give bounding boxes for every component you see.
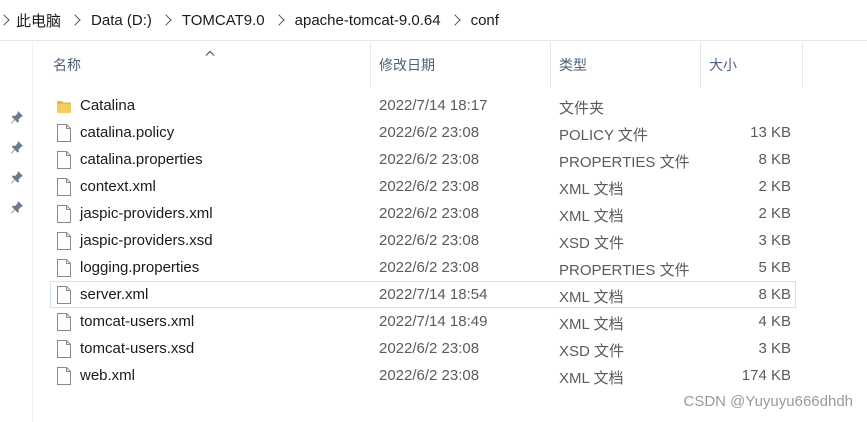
file-explorer-window: 此电脑 Data (D:) TOMCAT9.0 apache-tomcat-9.… xyxy=(0,0,867,422)
file-size: 8 KB xyxy=(758,286,791,303)
file-name: catalina.policy xyxy=(80,124,175,141)
column-header-type-label: 类型 xyxy=(559,57,587,73)
file-modified-date: 2022/6/2 23:08 xyxy=(379,124,480,141)
file-row[interactable]: tomcat-users.xml 2022/7/14 18:49 XML 文档 4 K… xyxy=(50,308,796,335)
chevron-right-icon[interactable] xyxy=(0,14,10,26)
file-modified-date: 2022/6/2 23:08 xyxy=(379,151,480,168)
file-type: XSD 文件 xyxy=(559,235,625,252)
column-header-name[interactable]: 名称 xyxy=(45,42,371,88)
file-size: 13 KB xyxy=(750,124,791,141)
pin-icon[interactable] xyxy=(10,200,24,214)
file-size: 174 KB xyxy=(741,367,791,384)
file-size: 4 KB xyxy=(758,313,791,330)
file-icon xyxy=(56,312,72,332)
column-header-bar: 名称 修改日期 类型 大小 xyxy=(33,42,867,88)
pin-icon[interactable] xyxy=(10,170,24,184)
breadcrumb-conf[interactable]: conf xyxy=(471,12,499,29)
file-name: tomcat-users.xsd xyxy=(80,340,195,357)
file-size: 3 KB xyxy=(758,340,791,357)
file-type: XSD 文件 xyxy=(559,343,625,360)
file-size: 5 KB xyxy=(758,259,791,276)
watermark: CSDN @Yuyuyu666dhdh xyxy=(683,393,854,410)
pin-icon[interactable] xyxy=(10,140,24,154)
file-modified-date: 2022/6/2 23:08 xyxy=(379,205,480,222)
file-icon xyxy=(56,204,72,224)
chevron-right-icon[interactable] xyxy=(160,14,172,26)
file-icon xyxy=(56,366,72,386)
file-row[interactable]: jaspic-providers.xsd 2022/6/2 23:08 XSD 文件… xyxy=(50,227,796,254)
file-type: PROPERTIES 文件 xyxy=(559,262,690,279)
file-type: XML 文档 xyxy=(559,370,624,387)
chevron-right-icon[interactable] xyxy=(448,14,461,26)
file-type: XML 文档 xyxy=(559,289,624,306)
file-icon xyxy=(56,150,72,170)
file-modified-date: 2022/7/14 18:54 xyxy=(379,286,488,303)
breadcrumb-apache-tomcat[interactable]: apache-tomcat-9.0.64 xyxy=(295,12,441,29)
file-modified-date: 2022/6/2 23:08 xyxy=(379,259,480,276)
file-name: catalina.properties xyxy=(80,151,203,168)
file-name: Catalina xyxy=(80,97,136,114)
address-bar[interactable]: 此电脑 Data (D:) TOMCAT9.0 apache-tomcat-9.… xyxy=(0,0,867,41)
file-modified-date: 2022/7/14 18:17 xyxy=(379,97,488,114)
file-row[interactable]: catalina.properties 2022/6/2 23:08 PROPERT… xyxy=(50,146,796,173)
file-row[interactable]: catalina.policy 2022/6/2 23:08 POLICY 文件 13… xyxy=(50,119,796,146)
file-modified-date: 2022/6/2 23:08 xyxy=(379,178,480,195)
column-header-name-label: 名称 xyxy=(53,57,81,73)
navigation-pane xyxy=(0,42,33,422)
file-size: 2 KB xyxy=(758,205,791,222)
file-icon xyxy=(56,177,72,197)
column-header-size-label: 大小 xyxy=(709,57,737,73)
file-row[interactable]: Catalina 2022/7/14 18:17 文件夹 xyxy=(50,92,796,119)
file-type: POLICY 文件 xyxy=(559,127,648,144)
file-icon xyxy=(56,285,72,305)
file-type: XML 文档 xyxy=(559,208,624,225)
file-size: 2 KB xyxy=(758,178,791,195)
file-name: web.xml xyxy=(80,367,136,384)
file-size: 8 KB xyxy=(758,151,791,168)
file-name: tomcat-users.xml xyxy=(80,313,195,330)
file-name: logging.properties xyxy=(80,259,200,276)
pin-icon[interactable] xyxy=(10,110,24,124)
file-name: jaspic-providers.xsd xyxy=(80,232,213,249)
file-icon xyxy=(56,231,72,251)
file-icon xyxy=(56,258,72,278)
file-type: XML 文档 xyxy=(559,181,624,198)
column-header-size[interactable]: 大小 xyxy=(701,42,803,88)
file-modified-date: 2022/6/2 23:08 xyxy=(379,340,480,357)
file-size: 3 KB xyxy=(758,232,791,249)
folder-icon xyxy=(56,96,72,116)
file-name: context.xml xyxy=(80,178,156,195)
file-row[interactable]: tomcat-users.xsd 2022/6/2 23:08 XSD 文件 3 KB xyxy=(50,335,796,362)
file-type: 文件夹 xyxy=(559,100,605,117)
file-row[interactable]: context.xml 2022/6/2 23:08 XML 文档 2 KB xyxy=(50,173,796,200)
file-type: XML 文档 xyxy=(559,316,624,333)
file-modified-date: 2022/7/14 18:49 xyxy=(379,313,488,330)
chevron-right-icon[interactable] xyxy=(69,14,81,26)
column-header-date[interactable]: 修改日期 xyxy=(371,42,551,88)
breadcrumb-tomcat[interactable]: TOMCAT9.0 xyxy=(182,12,265,29)
breadcrumb-data-drive[interactable]: Data (D:) xyxy=(91,12,152,29)
file-icon xyxy=(56,123,72,143)
file-row[interactable]: server.xml 2022/7/14 18:54 XML 文档 8 KB xyxy=(50,281,796,308)
column-header-date-label: 修改日期 xyxy=(379,57,435,73)
column-header-type[interactable]: 类型 xyxy=(551,42,701,88)
file-row[interactable]: logging.properties 2022/6/2 23:08 PROPERTI… xyxy=(50,254,796,281)
file-name: server.xml xyxy=(80,286,149,303)
breadcrumb-this-pc[interactable]: 此电脑 xyxy=(16,10,61,31)
file-row[interactable]: web.xml 2022/6/2 23:08 XML 文档 174 KB xyxy=(50,362,796,389)
file-icon xyxy=(56,339,72,359)
file-name: jaspic-providers.xml xyxy=(80,205,213,222)
file-modified-date: 2022/6/2 23:08 xyxy=(379,232,480,249)
file-modified-date: 2022/6/2 23:08 xyxy=(379,367,480,384)
file-type: PROPERTIES 文件 xyxy=(559,154,690,171)
chevron-right-icon[interactable] xyxy=(272,14,285,26)
file-row[interactable]: jaspic-providers.xml 2022/6/2 23:08 XML 文档… xyxy=(50,200,796,227)
